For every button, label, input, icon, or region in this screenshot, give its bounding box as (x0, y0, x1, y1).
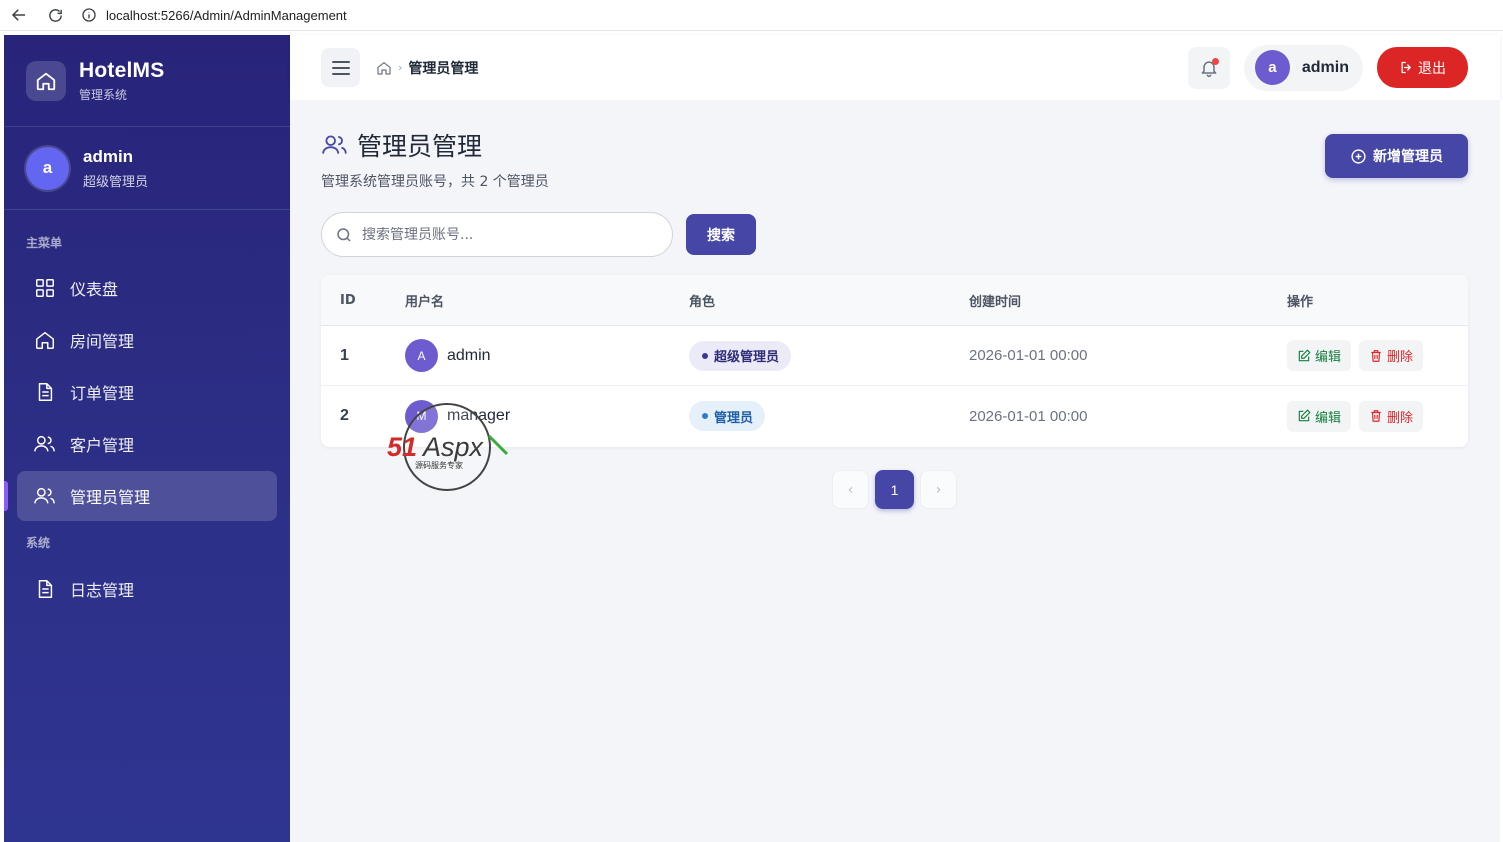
avatar: a (26, 146, 69, 190)
avatar: A (405, 339, 438, 372)
search-button[interactable]: 搜索 (686, 214, 756, 255)
main-content: 管理员管理 管理系统管理员账号，共 2 个管理员 新增管理员 搜索 ID 用户名… (290, 100, 1500, 842)
sidebar-item-label: 管理员管理 (70, 488, 151, 507)
sidebar-item-label: 订单管理 (70, 384, 135, 403)
brand-subtitle: 管理系统 (79, 87, 128, 102)
sidebar-item-label: 仪表盘 (70, 280, 119, 299)
breadcrumb-home-icon[interactable] (376, 60, 392, 76)
trash-icon (1369, 409, 1383, 423)
sidebar-item-label: 日志管理 (70, 581, 135, 600)
sidebar-item-dashboard[interactable]: 仪表盘 (17, 263, 277, 313)
status-dot (702, 413, 708, 419)
pagination: ‹ 1 › (832, 470, 957, 509)
logout-label: 退出 (1418, 60, 1446, 77)
document-icon (33, 380, 57, 404)
address-bar[interactable]: localhost:5266/Admin/AdminManagement (106, 8, 347, 23)
topbar: › 管理员管理 a admin 退出 (290, 35, 1500, 100)
table-header: ID 用户名 角色 创建时间 操作 (321, 275, 1468, 326)
admin-table: ID 用户名 角色 创建时间 操作 1 A admin 超级管理员 2026-0… (321, 275, 1468, 447)
sidebar-item-orders[interactable]: 订单管理 (17, 367, 277, 417)
column-header-username: 用户名 (405, 294, 445, 310)
notification-dot (1211, 57, 1219, 65)
plus-circle-icon (1350, 148, 1367, 165)
sidebar-item-label: 客户管理 (70, 436, 135, 455)
row-created-time: 2026-01-01 00:00 (969, 407, 1088, 425)
column-header-id: ID (340, 292, 356, 308)
top-user-name: admin (1301, 58, 1349, 76)
search-icon (335, 226, 353, 244)
delete-button[interactable]: 删除 (1359, 400, 1424, 432)
sidebar: HotelMS 管理系统 a admin 超级管理员 主菜单 仪表盘 房间管理 … (4, 35, 290, 842)
browser-toolbar: localhost:5266/Admin/AdminManagement (0, 0, 1503, 31)
avatar: a (1254, 50, 1290, 85)
add-admin-label: 新增管理员 (1373, 149, 1443, 165)
row-id: 1 (340, 346, 349, 364)
sidebar-user-role: 超级管理员 (83, 174, 149, 190)
role-label: 管理员 (714, 410, 754, 426)
row-id: 2 (340, 407, 349, 424)
role-label: 超级管理员 (714, 350, 780, 365)
users-icon (33, 484, 57, 508)
row-created-time: 2026-01-01 00:00 (969, 347, 1088, 364)
section-label-system: 系统 (26, 536, 51, 550)
delete-label: 删除 (1387, 410, 1414, 426)
sidebar-item-label: 房间管理 (70, 332, 135, 351)
site-info-icon[interactable] (78, 4, 100, 26)
edit-label: 编辑 (1315, 350, 1342, 365)
sidebar-item-admins[interactable]: 管理员管理 (4, 471, 277, 521)
sidebar-item-rooms[interactable]: 房间管理 (17, 315, 277, 365)
column-header-actions: 操作 (1287, 294, 1314, 310)
chevron-right-icon: › (398, 61, 403, 74)
document-icon (33, 577, 57, 601)
home-logo-icon (26, 60, 66, 101)
search-field (321, 212, 673, 257)
status-dot (702, 352, 708, 359)
page-button-current[interactable]: 1 (875, 470, 914, 509)
reload-icon[interactable] (44, 4, 66, 26)
next-page-button[interactable]: › (920, 470, 957, 509)
avatar: M (405, 399, 438, 433)
sidebar-item-customers[interactable]: 客户管理 (17, 419, 277, 469)
menu-toggle-button[interactable] (321, 48, 360, 87)
notification-button[interactable] (1187, 46, 1230, 89)
brand: HotelMS 管理系统 (4, 35, 290, 127)
sidebar-item-logs[interactable]: 日志管理 (17, 564, 277, 614)
logout-icon (1399, 60, 1414, 75)
edit-button[interactable]: 编辑 (1287, 400, 1352, 432)
sidebar-user-name: admin (83, 146, 134, 166)
breadcrumb-current: 管理员管理 (408, 60, 479, 77)
column-header-role: 角色 (689, 294, 716, 310)
prev-page-button[interactable]: ‹ (832, 470, 869, 509)
column-header-created: 创建时间 (969, 294, 1022, 310)
add-admin-button[interactable]: 新增管理员 (1325, 134, 1468, 178)
edit-icon (1297, 409, 1311, 423)
delete-label: 删除 (1387, 350, 1414, 365)
table-row: 2 M manager 管理员 2026-01-01 00:00 编辑 删除 (321, 386, 1468, 446)
search-input[interactable] (362, 226, 652, 243)
role-badge: 管理员 (689, 401, 766, 431)
back-arrow-icon[interactable] (8, 4, 30, 26)
users-icon (321, 132, 349, 158)
section-label-main: 主菜单 (26, 236, 63, 250)
table-row: 1 A admin 超级管理员 2026-01-01 00:00 编辑 删除 (321, 326, 1468, 386)
home-icon (33, 328, 57, 352)
role-badge: 超级管理员 (689, 340, 792, 371)
edit-label: 编辑 (1315, 410, 1342, 426)
edit-icon (1297, 349, 1311, 363)
trash-icon (1369, 349, 1383, 363)
page-subtitle: 管理系统管理员账号，共 2 个管理员 (321, 174, 549, 190)
user-menu[interactable]: a admin (1243, 44, 1363, 91)
page-title: 管理员管理 (357, 132, 483, 161)
sidebar-user-card: a admin 超级管理员 (4, 127, 290, 210)
delete-button[interactable]: 删除 (1359, 340, 1424, 371)
edit-button[interactable]: 编辑 (1287, 340, 1352, 371)
row-username: admin (447, 346, 491, 364)
brand-title: HotelMS (79, 58, 165, 82)
users-icon (33, 432, 57, 456)
logout-button[interactable]: 退出 (1377, 47, 1468, 88)
row-username: manager (447, 407, 511, 424)
grid-icon (33, 276, 57, 300)
